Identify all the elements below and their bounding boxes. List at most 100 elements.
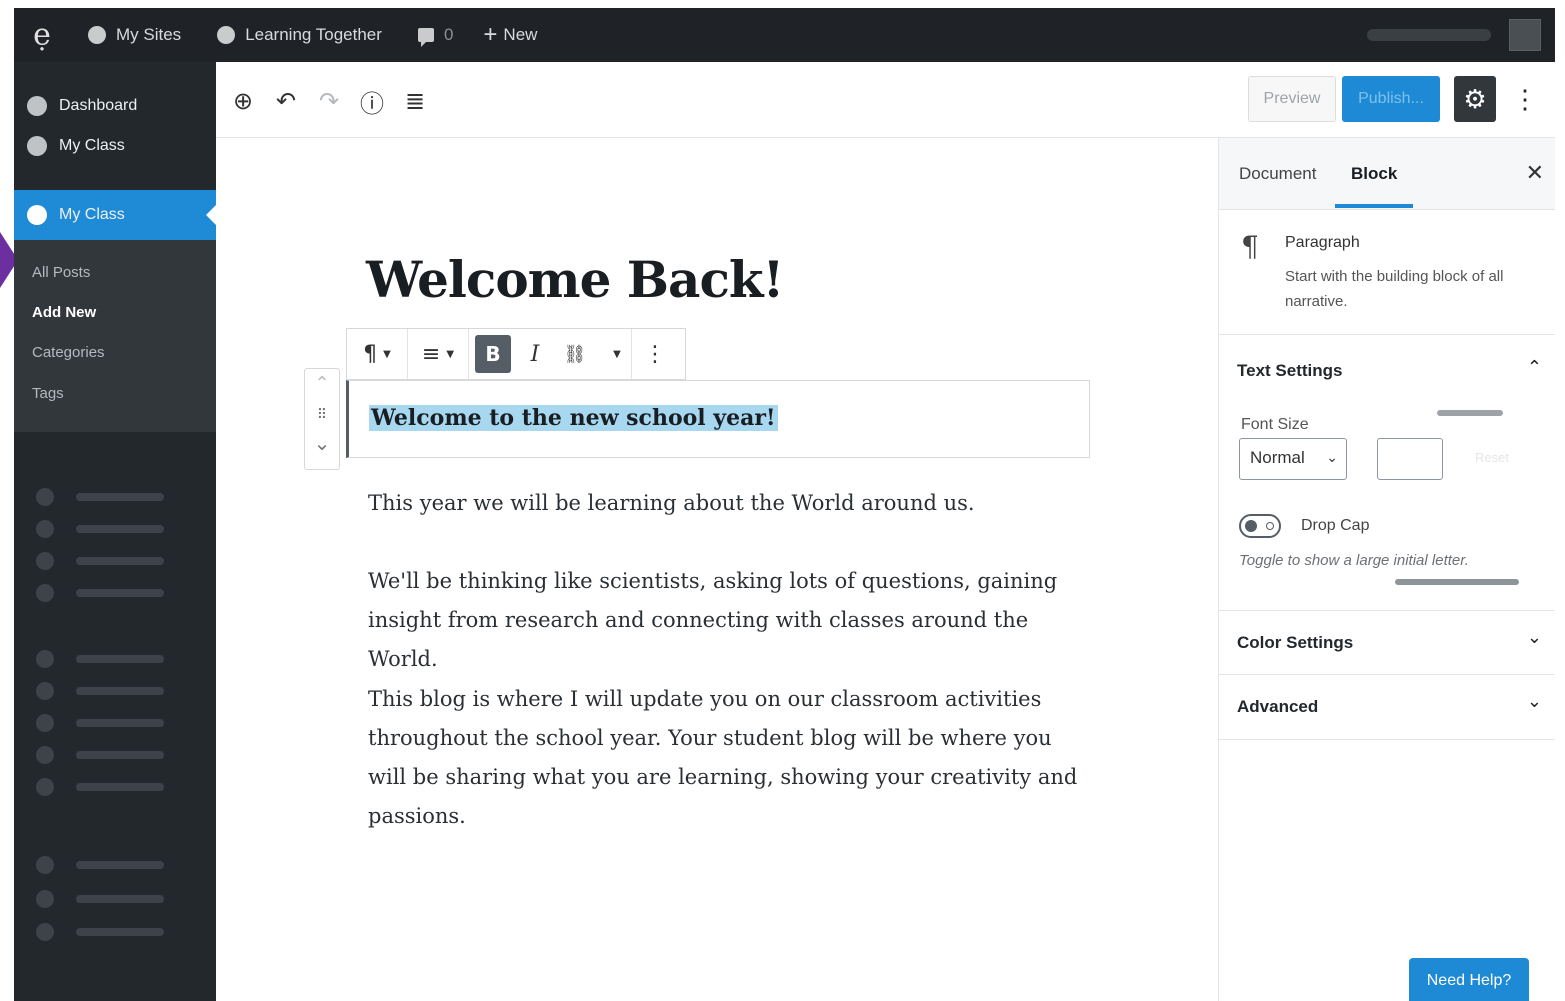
paragraph-icon: ¶ [363,341,378,367]
my-sites-link[interactable]: My Sites [88,25,181,45]
tab-block[interactable]: Block [1351,164,1397,184]
placeholder-menu-item [36,778,166,796]
paragraph-block-icon: ¶ [1241,230,1259,263]
paragraph-block[interactable]: This year we will be learning about the … [368,484,1088,523]
placeholder-menu-item [36,923,166,941]
placeholder-menu-item [36,584,166,602]
block-more-icon[interactable]: ⋮ [632,329,678,379]
site-name-link[interactable]: Learning Together [217,25,382,45]
settings-sidebar: Document Block ✕ ¶ Paragraph Start with … [1218,138,1555,1001]
account-name-placeholder[interactable] [1367,29,1491,41]
sidebar-item-my-class[interactable]: My Class [14,126,216,166]
placeholder-menu-item [36,890,166,908]
publish-button[interactable]: Publish... [1342,76,1440,122]
sidebar-submenu: All Posts Add New Categories Tags [14,240,216,432]
sidebar-item-dashboard[interactable]: Dashboard [14,86,216,126]
move-down-icon[interactable]: ⌄ [305,431,339,455]
advanced-toggle[interactable]: Advanced [1237,697,1318,717]
site-logo-icon[interactable]: ẹ [14,8,70,62]
submenu-tags[interactable]: Tags [32,385,64,402]
placeholder-menu-item [36,552,166,570]
need-help-button[interactable]: Need Help? [1409,958,1529,1001]
new-content-link[interactable]: + New [483,23,537,47]
comments-count: 0 [443,25,454,44]
placeholder-menu-item [36,746,166,764]
sidebar-item-active[interactable]: My Class [14,190,216,240]
selected-text[interactable]: Welcome to the new school year! [369,405,778,431]
editor-canvas: Welcome Back! ⌃ ⠿ ⌄ ¶ ▼ ≡ ▼ B I ⛓ ▼ ⋮ We… [216,138,1218,1001]
my-class-icon [27,136,47,156]
submenu-add-new[interactable]: Add New [32,304,96,321]
drop-cap-help: Toggle to show a large initial letter. [1239,552,1469,569]
active-item-icon [27,205,47,225]
block-name: Paragraph [1285,234,1360,251]
preview-button[interactable]: Preview [1248,76,1336,122]
placeholder-menu-item [36,520,166,538]
comments-link[interactable]: 0 [417,25,454,47]
active-tab-indicator [1335,204,1413,208]
paragraph-block[interactable]: We'll be thinking like scientists, askin… [368,562,1088,679]
undo-icon[interactable]: ↶ [271,86,301,116]
font-size-select[interactable]: Normal ⌄ [1239,438,1347,480]
selected-paragraph-block[interactable]: Welcome to the new school year! [346,380,1090,458]
sidebar-item-label: Dashboard [59,97,138,114]
align-button[interactable]: ≡ ▼ [408,329,468,379]
chevron-down-icon: ⌄ [1326,449,1338,465]
placeholder-menu-item [36,488,166,506]
add-block-icon[interactable]: ⊕ [228,86,258,116]
bold-button[interactable]: B [469,329,517,379]
advanced-panel[interactable]: Advanced ⌄ [1219,674,1555,740]
post-title[interactable]: Welcome Back! [366,250,784,309]
bold-icon: B [475,335,511,373]
more-options-icon[interactable]: ⋮ [1510,76,1540,122]
submenu-all-posts[interactable]: All Posts [32,264,90,281]
sidebar-item-label: My Class [59,137,125,154]
paragraph-block[interactable]: This blog is where I will update you on … [368,680,1088,836]
site-icon [217,26,236,44]
dashboard-icon [27,96,47,116]
more-formats-button[interactable]: ▼ [597,329,631,379]
settings-gear-icon[interactable]: ⚙ [1454,76,1496,122]
color-settings-panel[interactable]: Color Settings ⌄ [1219,610,1555,674]
placeholder-menu-item [36,682,166,700]
caret-down-icon: ▼ [446,348,455,360]
admin-bar: ẹ My Sites Learning Together 0 + New [14,8,1555,62]
placeholder-menu-item [36,714,166,732]
settings-tabs: Document Block ✕ [1219,138,1555,210]
link-icon: ⛓ [563,343,587,365]
link-button[interactable]: ⛓ [553,329,597,379]
new-label: New [503,25,538,44]
custom-font-size-input[interactable] [1377,438,1443,480]
editor-toolbar: ⊕ ↶ ↷ ⓘ ≣ Preview Publish... ⚙ ⋮ [216,62,1555,138]
reset-button[interactable]: Reset [1475,450,1509,465]
chevron-up-icon[interactable]: ⌃ [1527,357,1542,378]
block-description: Start with the building block of all nar… [1285,268,1504,310]
font-size-label: Font Size [1241,416,1309,433]
italic-button[interactable]: I [517,329,553,379]
info-icon[interactable]: ⓘ [357,86,387,118]
tab-document[interactable]: Document [1239,164,1316,184]
text-settings-toggle[interactable]: Text Settings [1237,361,1342,381]
chevron-down-icon[interactable]: ⌄ [1527,691,1542,712]
move-up-icon[interactable]: ⌃ [305,373,339,394]
comment-icon [417,28,434,47]
app-frame: ẹ My Sites Learning Together 0 + New Das… [14,8,1555,1001]
submenu-categories[interactable]: Categories [32,344,105,361]
outline-icon[interactable]: ≣ [400,86,430,116]
block-mover: ⌃ ⠿ ⌄ [304,368,340,470]
chevron-down-icon[interactable]: ⌄ [1527,627,1542,648]
redo-icon[interactable]: ↷ [314,86,344,116]
font-size-slider-placeholder [1437,410,1503,416]
drop-cap-toggle[interactable] [1239,514,1281,538]
block-toolbar: ¶ ▼ ≡ ▼ B I ⛓ ▼ ⋮ [346,328,686,380]
placeholder-menu-item [36,856,166,874]
my-sites-label: My Sites [116,25,182,44]
avatar[interactable] [1509,19,1541,51]
color-settings-toggle[interactable]: Color Settings [1237,633,1353,653]
scroll-indicator [1395,579,1519,585]
block-type-button[interactable]: ¶ ▼ [347,329,407,379]
drag-handle-icon[interactable]: ⠿ [305,407,339,423]
my-sites-icon [88,26,106,44]
close-icon[interactable]: ✕ [1526,160,1544,186]
placeholder-menu-item [36,650,166,668]
